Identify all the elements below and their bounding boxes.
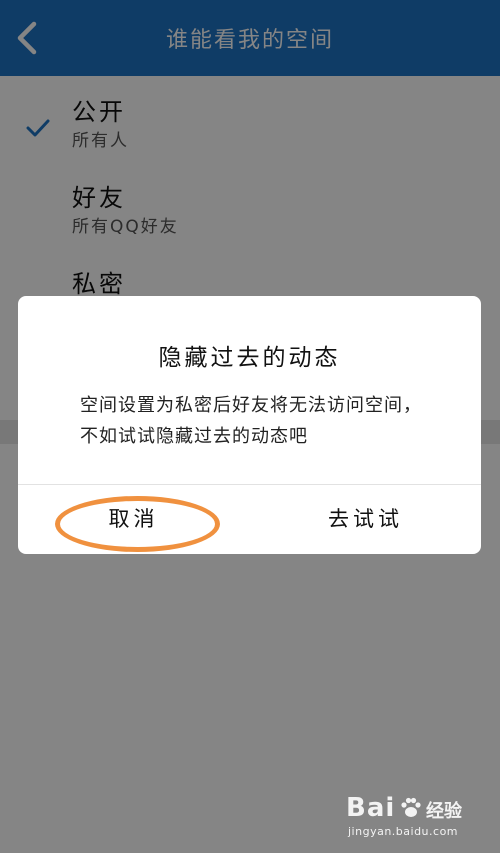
dialog-message: 空间设置为私密后好友将无法访问空间，不如试试隐藏过去的动态吧	[80, 395, 422, 447]
hide-past-posts-dialog: 隐藏过去的动态 空间设置为私密后好友将无法访问空间，不如试试隐藏过去的动态吧 取…	[18, 296, 481, 554]
dialog-title: 隐藏过去的动态	[158, 345, 341, 371]
paw-icon	[401, 797, 421, 817]
watermark-logo: Bai	[346, 793, 396, 823]
try-it-button[interactable]: 去试试	[250, 485, 481, 554]
watermark-url: jingyan.baidu.com	[348, 825, 459, 838]
watermark-brand: 经验	[426, 801, 462, 822]
baidu-jingyan-watermark: Bai 经验 jingyan.baidu.com	[346, 793, 476, 843]
cancel-button[interactable]: 取消	[18, 485, 249, 554]
